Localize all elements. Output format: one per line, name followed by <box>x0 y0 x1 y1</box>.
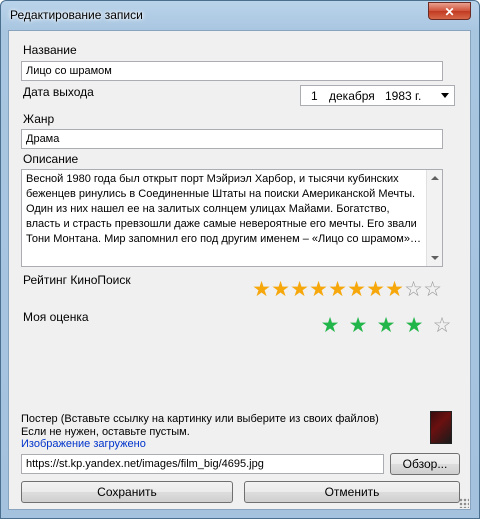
star-icon: ★ <box>252 278 271 301</box>
name-label: Название <box>23 43 77 57</box>
star-icon: ★ <box>385 278 404 301</box>
poster-url-input[interactable]: https://st.kp.yandex.net/images/film_big… <box>21 454 384 474</box>
poster-url-value: https://st.kp.yandex.net/images/film_big… <box>26 458 264 470</box>
window-title: Редактирование записи <box>10 8 143 22</box>
release-day: 1 <box>311 89 318 103</box>
genre-value: Драма <box>26 133 60 145</box>
release-date-label: Дата выхода <box>23 85 94 99</box>
dropdown-arrow-icon[interactable] <box>441 93 449 98</box>
star-icon: ★ <box>347 278 366 301</box>
genre-label: Жанр <box>23 112 55 126</box>
edit-record-window: Редактирование записи ✕ Название Лицо со… <box>0 0 480 519</box>
star-icon[interactable]: ★ <box>399 315 427 337</box>
genre-input[interactable]: Драма <box>21 129 443 149</box>
scroll-down-icon[interactable] <box>431 256 439 260</box>
browse-button[interactable]: Обзор... <box>390 453 460 475</box>
star-icon[interactable]: ★ <box>315 315 343 337</box>
close-icon: ✕ <box>444 5 455 19</box>
title-bar[interactable]: Редактирование записи ✕ <box>1 1 479 31</box>
description-label: Описание <box>23 152 79 166</box>
kp-rating-label: Рейтинг КиноПоиск <box>23 273 131 287</box>
description-textarea[interactable]: Весной 1980 года был открыт порт Мэйриэл… <box>21 169 443 267</box>
scroll-up-icon[interactable] <box>431 176 439 180</box>
star-icon: ★ <box>309 278 328 301</box>
release-month: декабря <box>329 89 375 103</box>
star-icon: ☆ <box>404 278 423 301</box>
description-value: Весной 1980 года был открыт порт Мэйриэл… <box>26 173 421 245</box>
close-button[interactable]: ✕ <box>428 2 471 20</box>
dialog-body: Название Лицо со шрамом Дата выхода 1 де… <box>8 30 471 510</box>
save-button[interactable]: Сохранить <box>21 481 233 503</box>
resize-grip-icon[interactable] <box>459 498 469 508</box>
name-value: Лицо со шрамом <box>26 65 112 77</box>
star-icon: ★ <box>328 278 347 301</box>
star-icon[interactable]: ★ <box>371 315 399 337</box>
my-rating-label: Моя оценка <box>23 310 89 324</box>
release-date-picker[interactable]: 1 декабря 1983 г. <box>300 85 455 106</box>
cancel-button[interactable]: Отменить <box>244 481 460 503</box>
poster-hint-line1: Постер (Вставьте ссылку на картинку или … <box>21 413 379 425</box>
star-icon[interactable]: ★ <box>343 315 371 337</box>
kp-rating-stars: ★ ★ ★ ★ ★ ★ ★ ★ ☆ ☆ <box>251 278 442 301</box>
star-icon: ☆ <box>423 278 442 301</box>
star-icon: ★ <box>290 278 309 301</box>
poster-status: Изображение загружено <box>21 438 146 450</box>
star-icon: ★ <box>271 278 290 301</box>
star-icon: ★ <box>366 278 385 301</box>
name-input[interactable]: Лицо со шрамом <box>21 61 443 81</box>
poster-hint-line2: Если не нужен, оставьте пустым. <box>21 426 190 438</box>
my-rating-stars[interactable]: ★ ★ ★ ★ ☆ <box>315 315 455 337</box>
star-icon[interactable]: ☆ <box>427 315 455 337</box>
description-scrollbar[interactable] <box>426 170 442 266</box>
poster-thumbnail <box>430 411 452 444</box>
release-year: 1983 г. <box>385 89 422 103</box>
